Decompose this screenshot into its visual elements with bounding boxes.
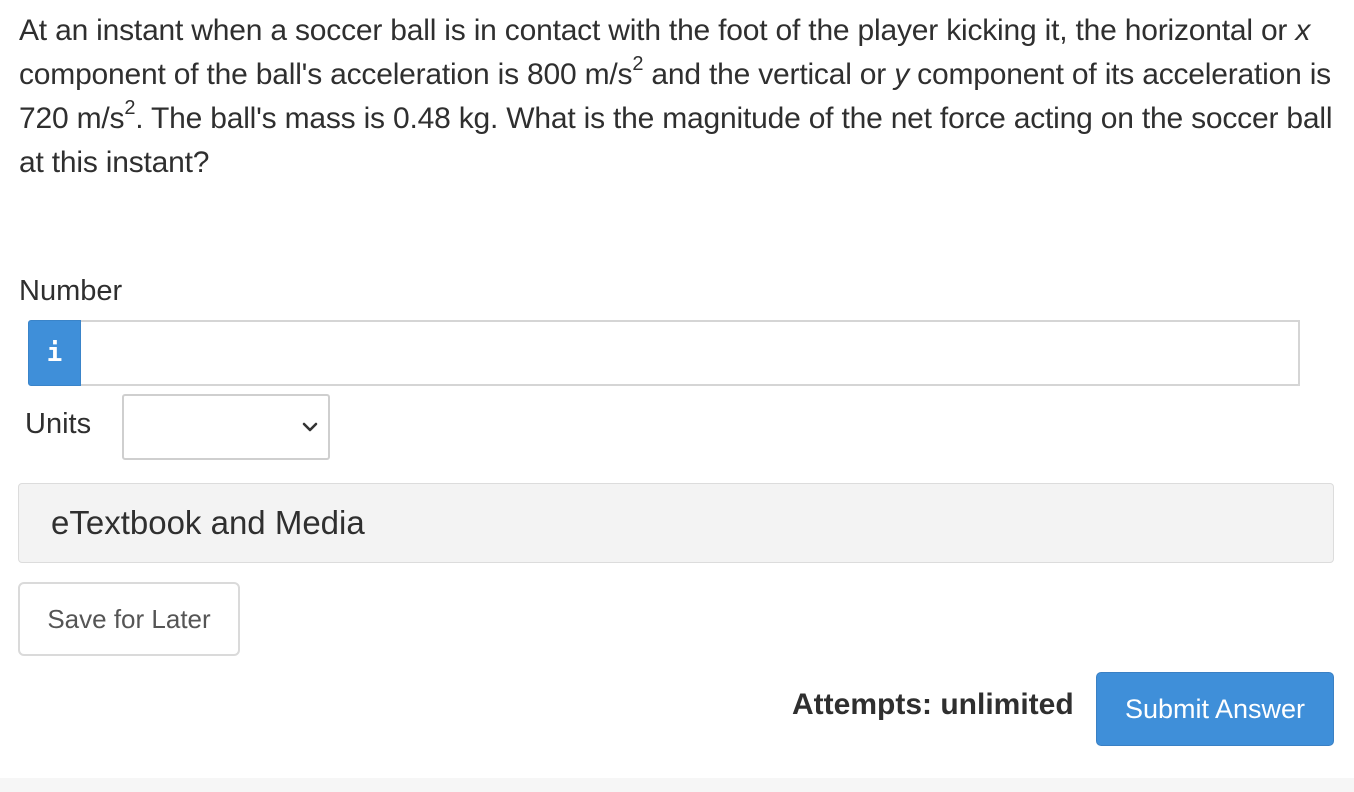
units-label: Units xyxy=(25,408,92,440)
etextbook-media-panel[interactable]: eTextbook and Media xyxy=(18,483,1334,563)
number-input[interactable] xyxy=(81,320,1300,386)
submit-answer-button[interactable]: Submit Answer xyxy=(1096,672,1334,746)
number-input-group: i xyxy=(28,320,1300,386)
save-for-later-button[interactable]: Save for Later xyxy=(18,582,240,656)
question-text: At an instant when a soccer ball is in c… xyxy=(19,14,1333,179)
question-page: At an instant when a soccer ball is in c… xyxy=(0,0,1354,792)
etextbook-media-label: eTextbook and Media xyxy=(51,504,365,541)
chevron-down-icon xyxy=(302,422,318,432)
info-icon: i xyxy=(46,338,63,368)
info-button[interactable]: i xyxy=(28,320,81,386)
units-select[interactable] xyxy=(122,394,330,460)
bottom-divider xyxy=(0,778,1354,792)
attempts-label: Attempts: unlimited xyxy=(792,688,1074,721)
number-label: Number xyxy=(19,275,123,307)
